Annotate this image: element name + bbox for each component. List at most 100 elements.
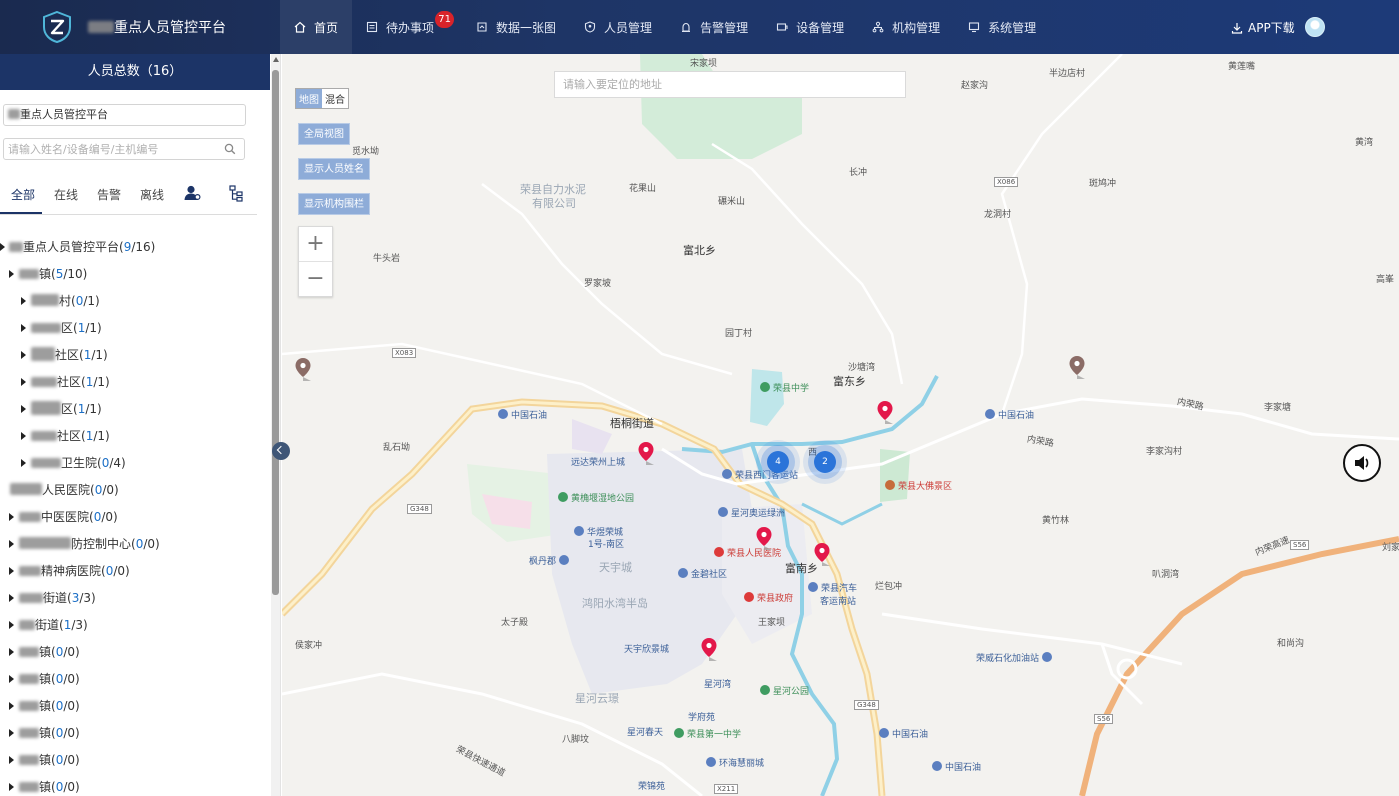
org-tree-icon[interactable] xyxy=(229,185,243,202)
expand-arrow-icon[interactable] xyxy=(21,351,26,359)
expand-arrow-icon[interactable] xyxy=(9,540,14,548)
brand[interactable]: 重点人员管控平台 xyxy=(42,11,226,43)
tree-node[interactable]: 镇(0/0) xyxy=(0,724,270,751)
tree-node[interactable]: 镇(5/10) xyxy=(0,265,270,292)
expand-arrow-icon[interactable] xyxy=(9,567,14,575)
tree-node[interactable]: 人民医院(0/0) xyxy=(0,481,270,508)
scrollbar-thumb[interactable] xyxy=(272,70,279,595)
collapse-sidebar-button[interactable] xyxy=(272,442,290,460)
show-org-fence-button[interactable]: 显示机构围栏 xyxy=(298,193,370,215)
tree-node[interactable]: 村(0/1) xyxy=(0,292,270,319)
expand-arrow-icon[interactable] xyxy=(9,594,14,602)
online-person-marker-icon[interactable] xyxy=(637,441,655,467)
map-label: 牛头岩 xyxy=(373,254,401,264)
tree-node[interactable]: 区(1/1) xyxy=(0,400,270,427)
tree-node[interactable]: 社区(1/1) xyxy=(0,373,270,400)
expand-arrow-icon[interactable] xyxy=(9,621,14,629)
online-person-marker-icon[interactable] xyxy=(813,542,831,568)
map-type-hybrid[interactable]: 混合 xyxy=(322,89,348,108)
expand-arrow-icon[interactable] xyxy=(21,297,26,305)
tab-online[interactable]: 在线 xyxy=(54,186,78,203)
map-type-normal[interactable]: 地图 xyxy=(296,89,322,108)
app-download-link[interactable]: APP下载 xyxy=(1231,19,1295,36)
alarm-icon xyxy=(682,22,691,33)
nav-device-management[interactable]: 设备管理 xyxy=(762,0,858,54)
nav-todo[interactable]: 待办事项 71 xyxy=(352,0,462,54)
zoom-in-button[interactable]: + xyxy=(299,227,332,262)
tree-node-root[interactable]: 重点人员管控平台(9/16) xyxy=(0,238,270,265)
org-icon xyxy=(872,21,884,33)
expand-arrow-icon[interactable] xyxy=(9,648,14,656)
person-cluster[interactable]: 2 xyxy=(814,451,836,473)
expand-arrow-icon[interactable] xyxy=(9,702,14,710)
tree-node[interactable]: 区(1/1) xyxy=(0,319,270,346)
map-label: 有限公司 xyxy=(532,197,576,210)
tree-node[interactable]: 镇(0/0) xyxy=(0,670,270,697)
expand-arrow-icon[interactable] xyxy=(9,756,14,764)
expand-arrow-icon[interactable] xyxy=(21,459,26,467)
nav-person-management[interactable]: 人员管理 xyxy=(570,0,666,54)
tree-node[interactable]: 卫生院(0/4) xyxy=(0,454,270,481)
map-address-search-input[interactable]: 请输入要定位的地址 xyxy=(554,71,906,98)
tree-node[interactable]: 精神病医院(0/0) xyxy=(0,562,270,589)
map-label: 中国石油 xyxy=(932,760,981,773)
nav-alarm-management[interactable]: 告警管理 xyxy=(666,0,762,54)
tree-node[interactable]: 中医医院(0/0) xyxy=(0,508,270,535)
map-label: 星河湾 xyxy=(704,680,732,690)
search-icon[interactable] xyxy=(224,143,236,155)
tree-node[interactable]: 街道(3/3) xyxy=(0,589,270,616)
scroll-up-icon[interactable] xyxy=(273,57,279,62)
expand-arrow-icon[interactable] xyxy=(9,729,14,737)
online-person-marker-icon[interactable] xyxy=(755,526,773,552)
expand-arrow-icon[interactable] xyxy=(9,675,14,683)
monitor-icon xyxy=(969,22,980,33)
tree-node[interactable]: 镇(0/0) xyxy=(0,643,270,670)
tab-offline[interactable]: 离线 xyxy=(140,186,164,203)
tree-node[interactable]: 镇(0/0) xyxy=(0,778,270,796)
tree-node-label: 镇( xyxy=(39,699,56,713)
tree-node[interactable]: 社区(1/1) xyxy=(0,346,270,373)
map-label: 远达荣州上城 xyxy=(571,458,626,468)
sidebar-scrollbar[interactable] xyxy=(271,54,280,796)
expand-arrow-icon[interactable] xyxy=(0,243,5,251)
person-cluster[interactable]: 4 xyxy=(767,451,789,473)
nav-org-management[interactable]: 机构管理 xyxy=(858,0,954,54)
expand-arrow-icon[interactable] xyxy=(9,513,14,521)
offline-person-marker-icon[interactable] xyxy=(294,357,312,383)
online-person-marker-icon[interactable] xyxy=(876,400,894,426)
offline-person-marker-icon[interactable] xyxy=(1068,355,1086,381)
tree-node-label: 区( xyxy=(61,321,78,335)
expand-arrow-icon[interactable] xyxy=(21,378,26,386)
nav-home[interactable]: 首页 xyxy=(280,0,353,54)
nav-data-map[interactable]: 数据一张图 xyxy=(462,0,570,54)
tree-node[interactable]: 街道(1/3) xyxy=(0,616,270,643)
tab-alarm[interactable]: 告警 xyxy=(97,186,121,203)
expand-arrow-icon[interactable] xyxy=(9,783,14,791)
nav-system-management[interactable]: 系统管理 xyxy=(954,0,1050,54)
online-person-marker-icon[interactable] xyxy=(700,637,718,663)
road-shield: X083 xyxy=(392,348,417,358)
map-label: 星河云璟 xyxy=(575,692,619,705)
overview-button[interactable]: 全局视图 xyxy=(298,123,350,145)
expand-arrow-icon[interactable] xyxy=(21,405,26,413)
tree-node[interactable]: 社区(1/1) xyxy=(0,427,270,454)
expand-arrow-icon[interactable] xyxy=(21,432,26,440)
tree-node[interactable]: 镇(0/0) xyxy=(0,751,270,778)
show-person-names-button[interactable]: 显示人员姓名 xyxy=(298,158,370,180)
government-icon xyxy=(744,592,754,602)
zoom-out-button[interactable]: − xyxy=(299,262,332,297)
user-avatar[interactable] xyxy=(1305,17,1325,37)
map-label: 天宇城 xyxy=(599,561,632,574)
person-filter-icon[interactable] xyxy=(184,185,201,201)
map-view[interactable]: 宋家坝 赵家沟 半边店村 黄莲嘴 觅水坳 荣县自力水泥 有限公司 花果山 碾米山… xyxy=(282,54,1399,796)
tree-node-label: 社区( xyxy=(57,429,86,443)
expand-arrow-icon[interactable] xyxy=(9,270,14,278)
tree-node[interactable]: 防控制中心(0/0) xyxy=(0,535,270,562)
tree-node[interactable]: 镇(0/0) xyxy=(0,697,270,724)
sound-toggle-button[interactable] xyxy=(1343,444,1381,482)
expand-arrow-icon[interactable] xyxy=(21,324,26,332)
organization-selector[interactable]: 重点人员管控平台 xyxy=(3,104,246,126)
person-search-input[interactable] xyxy=(4,139,214,159)
tab-all[interactable]: 全部 xyxy=(11,186,35,203)
tree-node-label: 街道( xyxy=(35,618,64,632)
